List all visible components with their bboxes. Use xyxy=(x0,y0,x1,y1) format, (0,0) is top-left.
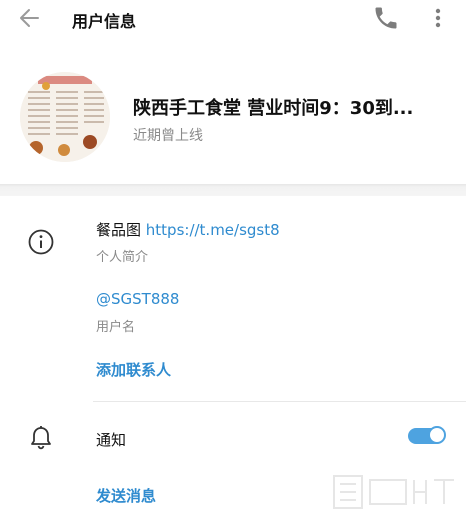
divider xyxy=(93,401,466,402)
add-contact-button[interactable]: 添加联系人 xyxy=(96,359,171,380)
watermark-logo xyxy=(333,475,454,509)
notifications-toggle[interactable] xyxy=(408,426,446,444)
bio-label: 个人简介 xyxy=(96,250,149,265)
section-divider xyxy=(0,184,466,196)
top-bar: 用户信息 xyxy=(0,0,466,38)
notifications-label: 通知 xyxy=(96,431,127,449)
back-button[interactable] xyxy=(14,4,46,32)
bio-prefix: 餐品图 xyxy=(96,221,146,239)
username-label: 用户名 xyxy=(96,320,136,335)
online-status: 近期曾上线 xyxy=(133,128,203,144)
info-icon xyxy=(27,228,55,256)
call-button[interactable] xyxy=(372,4,400,32)
profile-section: 陕西手工食堂 营业时间9：30到... 近期曾上线 xyxy=(0,38,466,184)
more-vertical-icon xyxy=(435,8,441,28)
arrow-left-icon xyxy=(20,9,39,27)
profile-name: 陕西手工食堂 营业时间9：30到... xyxy=(133,98,414,119)
menu-photo-avatar xyxy=(20,72,110,162)
phone-icon xyxy=(375,7,397,29)
bell-icon xyxy=(29,424,53,452)
bio-value: 餐品图 https://t.me/sgst8 xyxy=(96,219,280,240)
more-options-button[interactable] xyxy=(426,4,450,32)
avatar[interactable] xyxy=(20,72,110,162)
toggle-knob xyxy=(428,426,446,444)
bio-link[interactable]: https://t.me/sgst8 xyxy=(146,221,280,239)
username-value[interactable]: @SGST888 xyxy=(96,290,179,308)
send-message-button[interactable]: 发送消息 xyxy=(96,485,156,506)
page-title: 用户信息 xyxy=(72,12,137,31)
